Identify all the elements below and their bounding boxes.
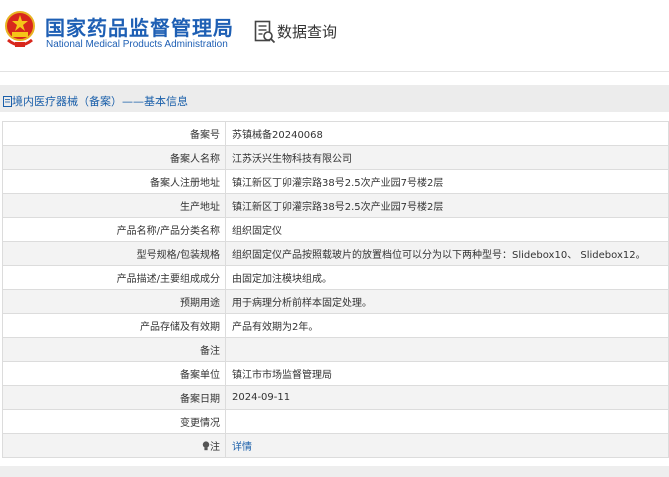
table-row: 型号规格/包装规格 组织固定仪产品按照载玻片的放置档位可以分为以下两种型号：Sl… bbox=[2, 241, 669, 266]
row-label: 生产地址 bbox=[2, 193, 226, 218]
site-header: 国家药品监督管理局 National Medical Products Admi… bbox=[0, 0, 669, 68]
row-value: 江苏沃兴生物科技有限公司 bbox=[225, 145, 669, 170]
row-value: 镇江市市场监督管理局 bbox=[225, 361, 669, 386]
table-row: 产品描述/主要组成成分 由固定加注模块组成。 bbox=[2, 265, 669, 290]
table-row: 变更情况 bbox=[2, 409, 669, 434]
details-link[interactable]: 详情 bbox=[232, 442, 252, 453]
row-value: 详情 bbox=[225, 433, 669, 458]
table-row: 备案单位 镇江市市场监督管理局 bbox=[2, 361, 669, 386]
footer-bar bbox=[0, 466, 669, 477]
document-icon bbox=[3, 96, 12, 107]
row-value: 镇江新区丁卯灌宗路38号2.5次产业园7号楼2层 bbox=[225, 169, 669, 194]
row-label: 产品描述/主要组成成分 bbox=[2, 265, 226, 290]
row-label-text: 注 bbox=[210, 442, 220, 453]
table-row: 生产地址 镇江新区丁卯灌宗路38号2.5次产业园7号楼2层 bbox=[2, 193, 669, 218]
site-logo-subtitle: National Medical Products Administration bbox=[46, 39, 228, 50]
row-label: 型号规格/包装规格 bbox=[2, 241, 226, 266]
row-value: 组织固定仪产品按照载玻片的放置档位可以分为以下两种型号：Slidebox10、 … bbox=[225, 241, 669, 266]
row-value: 镇江新区丁卯灌宗路38号2.5次产业园7号楼2层 bbox=[225, 193, 669, 218]
data-query-link[interactable]: 数据查询 bbox=[277, 21, 337, 42]
table-row: 备案号 苏镇械备20240068 bbox=[2, 121, 669, 146]
national-emblem-icon bbox=[5, 11, 35, 47]
table-row: 备案日期 2024-09-11 bbox=[2, 385, 669, 410]
basic-info-table: 备案号 苏镇械备20240068 备案人名称 江苏沃兴生物科技有限公司 备案人注… bbox=[2, 121, 669, 458]
row-label-note: 注 bbox=[2, 433, 226, 458]
row-label: 产品名称/产品分类名称 bbox=[2, 217, 226, 242]
table-row: 注 详情 bbox=[2, 433, 669, 458]
row-value bbox=[225, 409, 669, 434]
row-label: 产品存储及有效期 bbox=[2, 313, 226, 338]
row-value bbox=[225, 337, 669, 362]
document-search-icon bbox=[254, 20, 276, 44]
header-divider bbox=[0, 71, 669, 72]
row-label: 备案人名称 bbox=[2, 145, 226, 170]
row-value: 产品有效期为2年。 bbox=[225, 313, 669, 338]
table-row: 产品存储及有效期 产品有效期为2年。 bbox=[2, 313, 669, 338]
row-label: 备案单位 bbox=[2, 361, 226, 386]
table-row: 预期用途 用于病理分析前样本固定处理。 bbox=[2, 289, 669, 314]
table-row: 备案人注册地址 镇江新区丁卯灌宗路38号2.5次产业园7号楼2层 bbox=[2, 169, 669, 194]
row-label: 备案日期 bbox=[2, 385, 226, 410]
row-label: 备案号 bbox=[2, 121, 226, 146]
table-row: 备案人名称 江苏沃兴生物科技有限公司 bbox=[2, 145, 669, 170]
table-row: 产品名称/产品分类名称 组织固定仪 bbox=[2, 217, 669, 242]
row-label: 变更情况 bbox=[2, 409, 226, 434]
row-label: 备案人注册地址 bbox=[2, 169, 226, 194]
site-logo-title[interactable]: 国家药品监督管理局 bbox=[45, 12, 234, 41]
row-value: 用于病理分析前样本固定处理。 bbox=[225, 289, 669, 314]
section-title: 境内医疗器械（备案）——基本信息 bbox=[3, 93, 188, 109]
table-row: 备注 bbox=[2, 337, 669, 362]
row-value: 苏镇械备20240068 bbox=[225, 121, 669, 146]
row-label: 预期用途 bbox=[2, 289, 226, 314]
row-value: 由固定加注模块组成。 bbox=[225, 265, 669, 290]
row-value: 组织固定仪 bbox=[225, 217, 669, 242]
row-label: 备注 bbox=[2, 337, 226, 362]
section-title-text: 境内医疗器械（备案）——基本信息 bbox=[12, 95, 188, 108]
row-value: 2024-09-11 bbox=[225, 385, 669, 410]
bulb-icon bbox=[202, 441, 210, 451]
